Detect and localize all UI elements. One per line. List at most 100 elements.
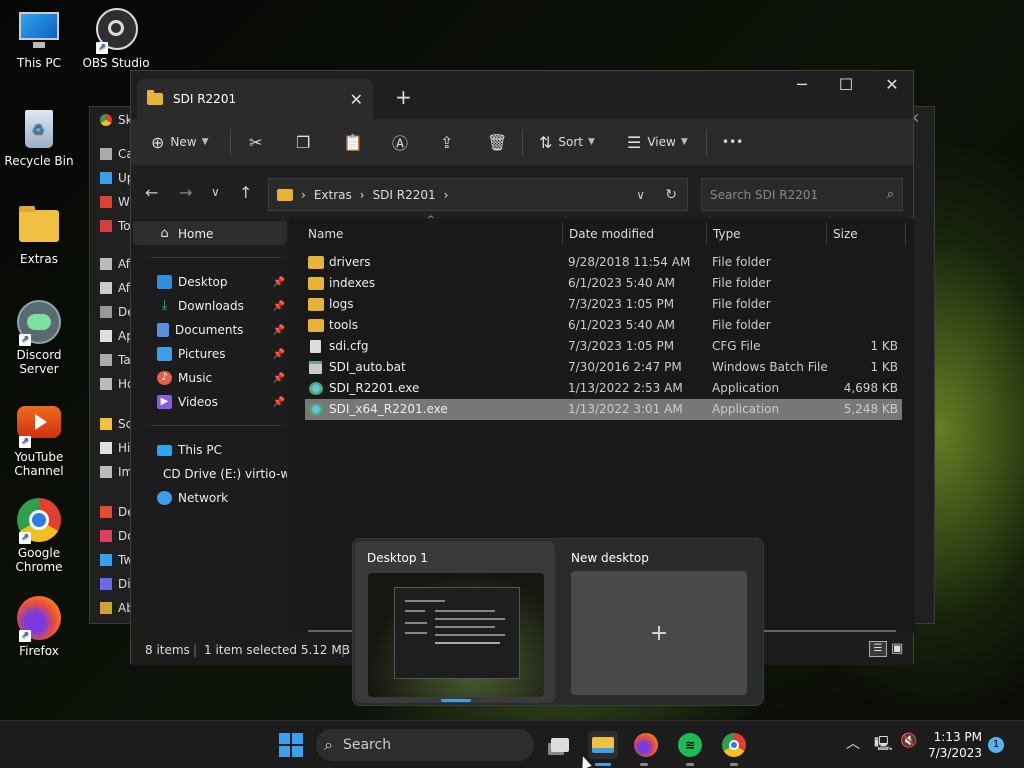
youtube-icon: ↗: [17, 402, 61, 448]
column-header-name[interactable]: Name: [308, 227, 343, 241]
desktop-icon-extras[interactable]: Extras: [1, 204, 77, 266]
recycle-bin-icon: ♻: [17, 106, 61, 150]
firefox-taskbar-icon[interactable]: [632, 731, 660, 759]
sidebar-item-music[interactable]: ♪ Music 📌: [157, 367, 287, 389]
taskbar: ⌕ Search ≋ ︿ 🖳 🔇 1:13 PM 7/3/2023 1: [0, 720, 1024, 768]
tab-sdi-r2201[interactable]: SDI R2201 ✕: [137, 79, 373, 119]
breadcrumb-extras[interactable]: Extras: [314, 188, 352, 202]
column-header-size[interactable]: Size: [833, 227, 858, 241]
desktop-icon: [157, 275, 172, 289]
application-icon: [309, 403, 323, 416]
pin-icon: 📌: [272, 324, 285, 336]
file-row[interactable]: SDI_R2201.exe 1/13/2022 2:53 AM Applicat…: [305, 378, 902, 399]
taskbar-search[interactable]: ⌕ Search: [316, 729, 534, 761]
details-view-icon[interactable]: ☰: [869, 641, 887, 657]
minimize-icon[interactable]: ─: [779, 75, 825, 94]
notification-badge[interactable]: 1: [988, 737, 1004, 753]
up-arrow-icon[interactable]: ↑: [239, 183, 252, 202]
show-hidden-icons-chevron-icon[interactable]: ︿: [846, 733, 860, 753]
new-desktop-button[interactable]: +: [571, 571, 747, 695]
desktop-1-card[interactable]: Desktop 1: [355, 541, 555, 703]
address-dropdown-icon[interactable]: ∨: [636, 188, 645, 202]
sidebar-item-cd-drive[interactable]: CD Drive (E:) virtio-w: [157, 463, 287, 485]
sidebar-item-network[interactable]: Network: [157, 487, 287, 509]
sidebar-item-downloads[interactable]: ⤓ Downloads 📌: [157, 295, 287, 317]
new-tab-plus-icon[interactable]: +: [395, 85, 412, 109]
cut-icon[interactable]: ✂: [249, 119, 262, 165]
folder-icon: [277, 188, 293, 201]
more-options-button[interactable]: •••: [722, 119, 743, 165]
monitor-icon: [17, 8, 61, 52]
sidebar-item-this-pc[interactable]: This PC: [157, 439, 287, 461]
desktop-icon-youtube[interactable]: ↗ YouTube Channel: [1, 402, 77, 478]
divider: [522, 129, 523, 155]
search-box[interactable]: Search SDI R2201 ⌕: [701, 178, 903, 211]
breadcrumb-sdi-r2201[interactable]: SDI R2201: [373, 188, 436, 202]
task-view-icon[interactable]: [546, 731, 574, 759]
chrome-taskbar-icon[interactable]: [720, 731, 748, 759]
desktop-icon-discord[interactable]: ↗ Discord Server: [1, 300, 77, 376]
back-arrow-icon[interactable]: ←: [145, 183, 158, 202]
chevron-down-icon: ▼: [680, 137, 688, 147]
divider: [826, 223, 827, 245]
file-row-selected[interactable]: SDI_x64_R2201.exe 1/13/2022 3:01 AM Appl…: [305, 399, 902, 420]
column-header-date[interactable]: Date modified: [569, 227, 654, 241]
bg-bookmark: Ca: [100, 147, 134, 161]
divider: [905, 223, 906, 245]
tab-close-icon[interactable]: ✕: [350, 90, 363, 109]
maximize-icon[interactable]: ☐: [823, 75, 869, 94]
file-row[interactable]: indexes 6/1/2023 5:40 AM File folder: [305, 273, 902, 294]
bg-bookmark: Af: [100, 281, 130, 295]
paste-icon[interactable]: 📋: [343, 119, 363, 165]
pin-icon: 📌: [272, 348, 285, 360]
rename-icon[interactable]: Ⓐ: [392, 119, 408, 165]
desktop-icon-obs[interactable]: ↗ OBS Studio: [78, 8, 154, 70]
desktop-icon-this-pc[interactable]: This PC: [1, 8, 77, 70]
sidebar-item-home[interactable]: ⌂ Home: [157, 223, 287, 245]
column-header-type[interactable]: Type: [713, 227, 741, 241]
desktop-icon-recycle-bin[interactable]: ♻ Recycle Bin: [1, 106, 77, 168]
desktop-icon-chrome[interactable]: ↗ Google Chrome: [1, 498, 77, 574]
bg-bookmark: Im: [100, 465, 133, 479]
sidebar-item-desktop[interactable]: Desktop 📌: [157, 271, 287, 293]
folder-icon: [17, 204, 61, 248]
forward-arrow-icon[interactable]: →: [179, 183, 192, 202]
clock-date: 7/3/2023: [928, 746, 982, 760]
file-row[interactable]: sdi.cfg 7/3/2023 1:05 PM CFG File 1 KB: [305, 336, 902, 357]
file-row[interactable]: drivers 9/28/2018 11:54 AM File folder: [305, 252, 902, 273]
spotify-taskbar-icon[interactable]: ≋: [676, 731, 704, 759]
breadcrumb-separator: ›: [301, 187, 306, 202]
sidebar-item-documents[interactable]: Documents 📌: [157, 319, 287, 341]
file-row[interactable]: logs 7/3/2023 1:05 PM File folder: [305, 294, 902, 315]
sort-button[interactable]: ⇅ Sort ▼: [539, 119, 595, 165]
folder-icon: [308, 277, 324, 290]
pin-icon: 📌: [272, 300, 285, 312]
refresh-icon[interactable]: ↻: [665, 187, 677, 203]
desktop-1-thumbnail[interactable]: [368, 573, 544, 697]
chrome-icon: [100, 114, 112, 126]
sidebar-item-videos[interactable]: ▶ Videos 📌: [157, 391, 287, 413]
taskbar-clock[interactable]: 1:13 PM 7/3/2023: [928, 729, 982, 761]
share-icon[interactable]: ⇪: [440, 119, 453, 165]
desktop-icon-label: YouTube Channel: [14, 450, 64, 478]
volume-muted-icon[interactable]: 🔇: [900, 733, 917, 749]
close-window-icon[interactable]: ✕: [869, 75, 915, 94]
tiles-view-icon[interactable]: ▣: [891, 641, 903, 656]
new-button[interactable]: ⊕ New ▼: [151, 119, 209, 165]
file-explorer-taskbar-icon[interactable]: [588, 731, 618, 759]
file-row[interactable]: SDI_auto.bat 7/30/2016 2:47 PM Windows B…: [305, 357, 902, 378]
address-bar[interactable]: › Extras › SDI R2201 › ∨ ↻: [268, 178, 688, 211]
desktop-icon-label: This PC: [17, 56, 61, 70]
windows-start-icon[interactable]: [279, 733, 303, 757]
network-icon[interactable]: 🖳: [874, 733, 893, 757]
copy-icon[interactable]: ❐: [296, 119, 310, 165]
delete-icon[interactable]: 🗑: [487, 119, 507, 165]
application-icon: [309, 382, 323, 395]
view-button[interactable]: ☰ View ▼: [627, 119, 688, 165]
desktop-icon-firefox[interactable]: ↗ Firefox: [1, 596, 77, 658]
recent-locations-chevron-icon[interactable]: ∨: [211, 185, 220, 199]
file-row[interactable]: tools 6/1/2023 5:40 AM File folder: [305, 315, 902, 336]
title-bar[interactable]: SDI R2201 ✕ + ─ ☐ ✕: [131, 71, 913, 119]
sidebar-item-pictures[interactable]: Pictures 📌: [157, 343, 287, 365]
bg-bookmark: Sc: [100, 417, 132, 431]
